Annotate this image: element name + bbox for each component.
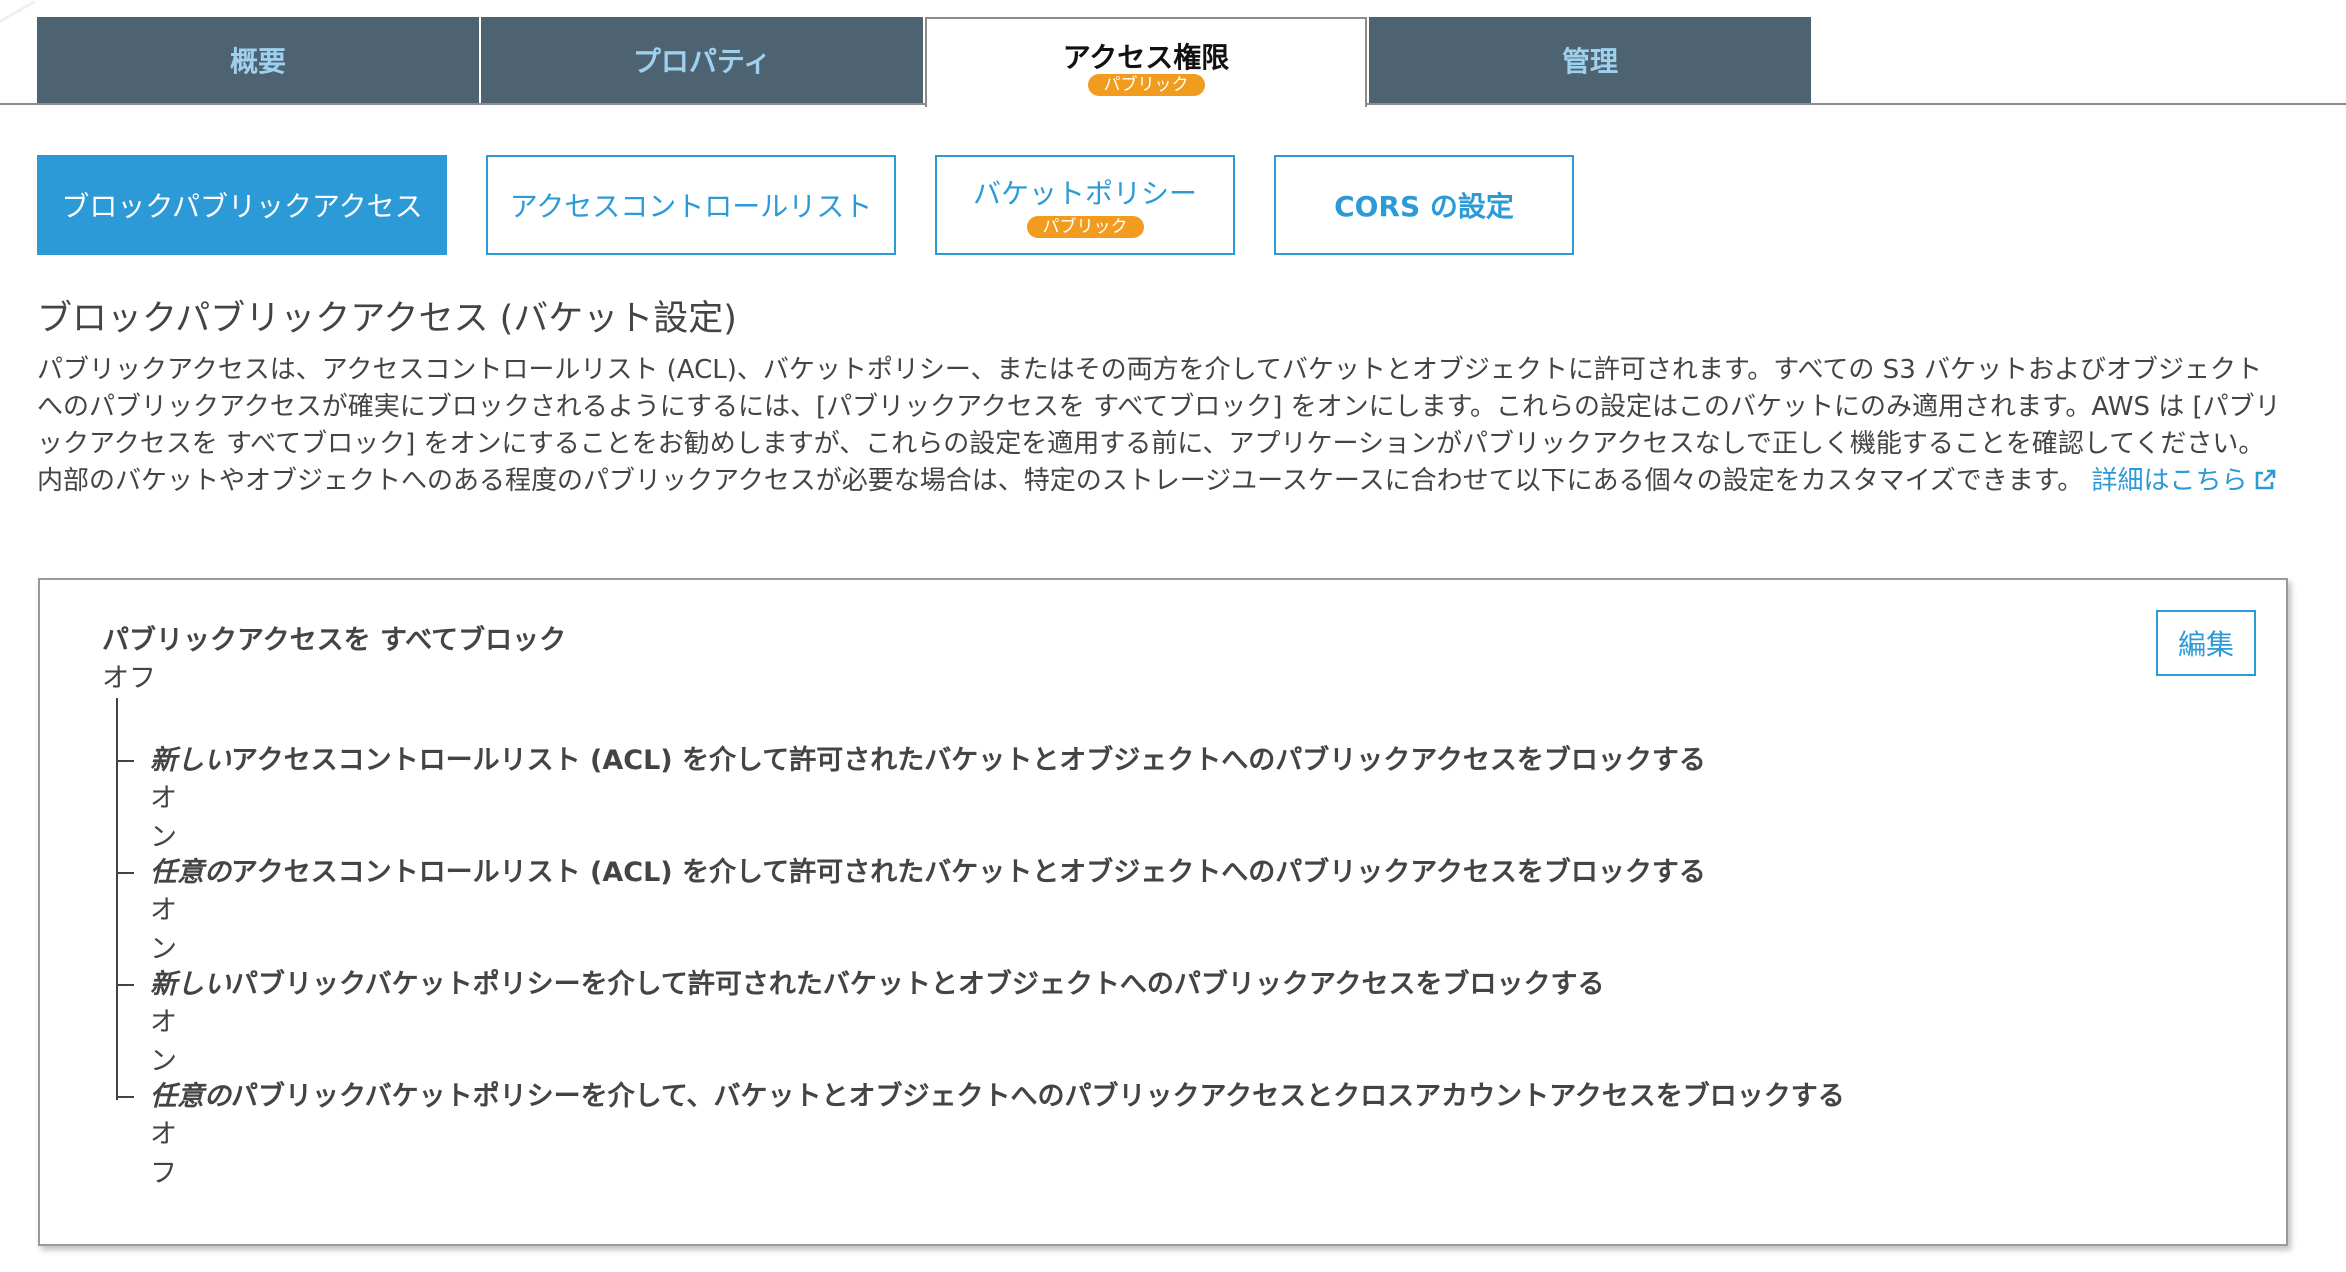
bucket-policy-public-badge: パブリック — [1026, 216, 1144, 238]
setting-rest: パブリックバケットポリシーを介して許可されたバケットとオブジェクトへのパブリック… — [231, 969, 1605, 1000]
setting-emphasis: 新しい — [150, 745, 231, 776]
setting-rest: アクセスコントロールリスト (ACL) を介して許可されたバケットとオブジェクト… — [231, 857, 1706, 888]
section-title: ブロックパブリックアクセス (バケット設定) — [37, 299, 737, 339]
tree-connector — [116, 760, 134, 762]
setting-value: オン — [150, 895, 177, 965]
tree-connector — [116, 1096, 134, 1098]
block-all-value: オフ — [102, 663, 156, 694]
bucket-policy-button[interactable]: バケットポリシー パブリック — [935, 155, 1235, 255]
tree-connector — [116, 872, 134, 874]
bucket-policy-label: バケットポリシー — [972, 177, 1197, 210]
block-public-access-label: ブロックパブリックアクセス — [61, 190, 423, 223]
permissions-subnav: ブロックパブリックアクセス アクセスコントロールリスト バケットポリシー パブリ… — [37, 155, 1613, 255]
setting-title: 新しいアクセスコントロールリスト (ACL) を介して許可されたバケットとオブジ… — [150, 738, 1706, 777]
cors-label: CORS の設定 — [1334, 190, 1514, 223]
cors-button[interactable]: CORS の設定 — [1274, 155, 1574, 255]
tab-management-label: 管理 — [1561, 45, 1618, 78]
block-public-access-panel: 編集 パブリックアクセスを すべてブロック オフ 新しいアクセスコントロールリス… — [38, 578, 2288, 1246]
external-link-icon — [2253, 466, 2277, 503]
tab-overview[interactable]: 概要 — [37, 17, 479, 103]
setting-title: 任意のアクセスコントロールリスト (ACL) を介して許可されたバケットとオブジ… — [150, 850, 1706, 889]
acl-button[interactable]: アクセスコントロールリスト — [486, 155, 896, 255]
description-text: パブリックアクセスは、アクセスコントロールリスト (ACL)、バケットポリシー、… — [37, 355, 2281, 496]
block-public-access-button[interactable]: ブロックパブリックアクセス — [37, 155, 447, 255]
tree-connector — [116, 984, 134, 986]
setting-value: オン — [150, 1007, 177, 1077]
block-all-title: パブリックアクセスを すべてブロック — [102, 625, 567, 656]
section-description: パブリックアクセスは、アクセスコントロールリスト (ACL)、バケットポリシー、… — [37, 352, 2287, 503]
setting-title: 任意のパブリックバケットポリシーを介して、バケットとオブジェクトへのパブリックア… — [150, 1074, 1845, 1113]
setting-emphasis: 任意の — [150, 857, 231, 888]
setting-title: 新しいパブリックバケットポリシーを介して許可されたバケットとオブジェクトへのパブ… — [150, 962, 1605, 1001]
tab-management[interactable]: 管理 — [1369, 17, 1811, 103]
setting-value: オン — [150, 783, 177, 853]
setting-rest: アクセスコントロールリスト (ACL) を介して許可されたバケットとオブジェクト… — [231, 745, 1706, 776]
learn-more-link[interactable]: 詳細はこちら — [2091, 466, 2277, 496]
setting-rest: パブリックバケットポリシーを介して、バケットとオブジェクトへのパブリックアクセス… — [231, 1081, 1845, 1112]
tree-line — [116, 698, 118, 1100]
edit-button[interactable]: 編集 — [2156, 610, 2256, 676]
tab-properties-label: プロパティ — [632, 45, 772, 78]
setting-emphasis: 任意の — [150, 1081, 231, 1112]
public-badge: パブリック — [1087, 74, 1205, 96]
acl-label: アクセスコントロールリスト — [509, 190, 873, 223]
corner-decoration — [0, 0, 40, 70]
tab-overview-label: 概要 — [229, 45, 286, 78]
setting-value: オフ — [150, 1119, 177, 1189]
tab-properties[interactable]: プロパティ — [481, 17, 923, 103]
tab-permissions-label: アクセス権限 — [1062, 41, 1230, 74]
tab-permissions[interactable]: アクセス権限 パブリック — [925, 17, 1367, 107]
edit-label: 編集 — [2177, 628, 2234, 661]
main-tabs: 概要 プロパティ アクセス権限 パブリック 管理 — [37, 17, 1813, 107]
setting-emphasis: 新しい — [150, 969, 231, 1000]
learn-more-label: 詳細はこちら — [2091, 466, 2248, 496]
